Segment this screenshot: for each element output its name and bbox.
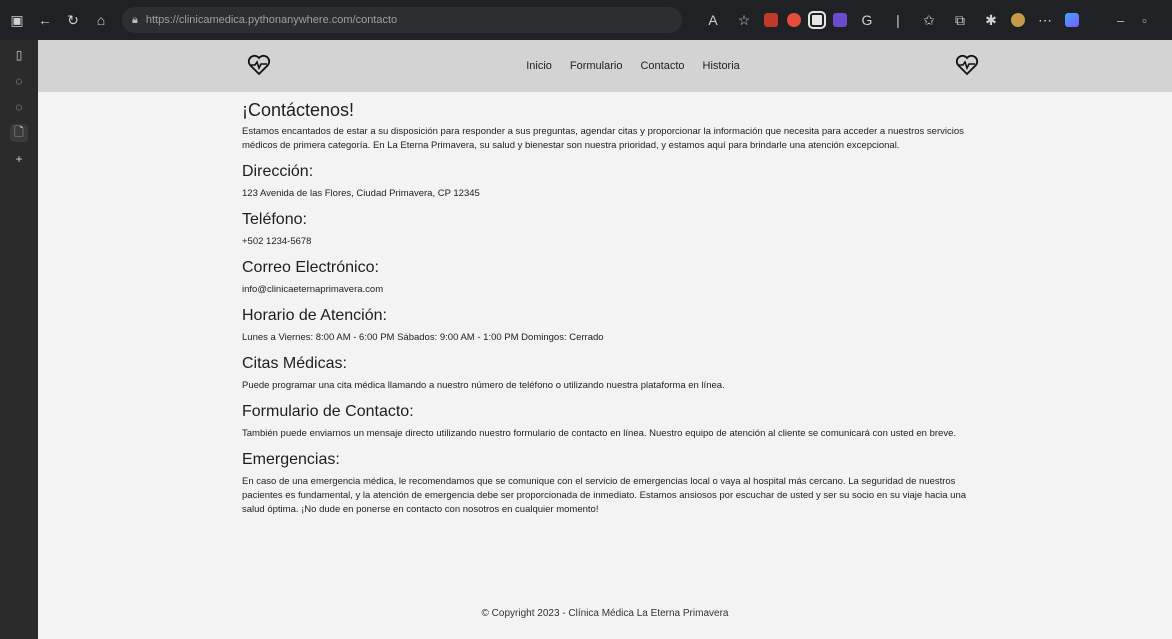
tab-current-page-icon[interactable]: 🗋︎ [10,124,28,142]
section-text-citas: Puede programar una cita médica llamando… [242,380,725,391]
nav-links: Inicio Formulario Contacto Historia [526,60,740,72]
section-heading-telefono: Teléfono: [242,211,307,228]
back-icon[interactable]: ← [34,9,56,31]
tab-loading-icon-2[interactable]: ◌ [10,98,28,116]
section-text-correo: info@clinicaeternaprimavera.com [242,284,384,295]
nav-item-formulario[interactable]: Formulario [570,60,623,72]
nav-item-inicio[interactable]: Inicio [526,60,552,72]
section-text-horario: Lunes a Viernes: 8:00 AM - 6:00 PM Sábad… [242,332,604,343]
tab-loading-icon[interactable]: ◌ [10,72,28,90]
read-aloud-icon[interactable]: A [702,9,724,31]
section-text-telefono: +502 1234-5678 [242,236,312,247]
contact-content: ¡Contáctenos! Estamos encantados de esta… [242,100,982,517]
nav-item-historia[interactable]: Historia [703,60,740,72]
profile-avatar-icon[interactable] [1011,13,1025,27]
favorites-icon[interactable]: ✩ [918,9,940,31]
browser-nav-controls: ▣ ← ↻ ⌂ [6,9,112,31]
section-text-emergencias: En caso de una emergencia médica, le rec… [242,476,967,515]
web-page: Inicio Formulario Contacto Historia ¡Con… [38,40,1172,639]
heart-pulse-logo-icon-right[interactable] [954,52,980,78]
copilot-icon[interactable] [1065,13,1079,27]
nav-item-contacto[interactable]: Contacto [640,60,684,72]
more-options-icon[interactable]: ⋯ [1034,9,1056,31]
extensions-puzzle-icon[interactable]: ✱ [980,9,1002,31]
lock-icon: 🔒︎ [132,13,138,26]
extension-square-icon[interactable] [808,11,826,29]
site-navbar: Inicio Formulario Contacto Historia [38,40,1172,92]
extension-adblock-icon[interactable] [764,13,778,27]
window-controls: – ▫ [1117,13,1147,28]
section-text-direccion: 123 Avenida de las Flores, Ciudad Primav… [242,188,480,199]
section-heading-correo: Correo Electrónico: [242,259,379,276]
refresh-icon[interactable]: ↻ [62,9,84,31]
browser-toolbar: ▣ ← ↻ ⌂ 🔒︎ https://clinicamedica.pythona… [0,0,1172,40]
address-bar[interactable]: 🔒︎ https://clinicamedica.pythonanywhere.… [122,7,682,33]
minimize-icon[interactable]: – [1117,13,1124,28]
intro-text: Estamos encantados de estar a su disposi… [242,126,964,151]
section-heading-horario: Horario de Atención: [242,307,387,324]
page-title: ¡Contáctenos! [242,100,355,120]
extension-purple-icon[interactable] [833,13,847,27]
extension-g-icon[interactable]: G [856,9,878,31]
tab-panel-icon[interactable]: ▯ [10,46,28,64]
section-heading-citas: Citas Médicas: [242,355,347,372]
vertical-tab-strip: ▯ ◌ ◌ 🗋︎ + [0,40,38,639]
section-heading-formulario: Formulario de Contacto: [242,403,414,420]
restore-icon[interactable]: ▫ [1142,13,1147,28]
section-heading-direccion: Dirección: [242,163,314,180]
tabs-icon[interactable]: ▣ [6,9,28,31]
extension-ublock-icon[interactable] [787,13,801,27]
split-icon[interactable]: | [887,9,909,31]
extensions-area: A ☆ G | ✩ ⧉ ✱ ⋯ [702,9,1079,31]
address-url: https://clinicamedica.pythonanywhere.com… [145,14,398,26]
new-tab-icon[interactable]: + [10,150,28,168]
section-heading-emergencias: Emergencias: [242,451,340,468]
site-footer: © Copyright 2023 - Clínica Médica La Ete… [481,608,729,619]
section-text-formulario: También puede enviarnos un mensaje direc… [242,428,956,439]
collections-icon[interactable]: ⧉ [949,9,971,31]
heart-pulse-logo-icon[interactable] [246,52,272,78]
home-icon[interactable]: ⌂ [90,9,112,31]
favorite-star-icon[interactable]: ☆ [733,9,755,31]
